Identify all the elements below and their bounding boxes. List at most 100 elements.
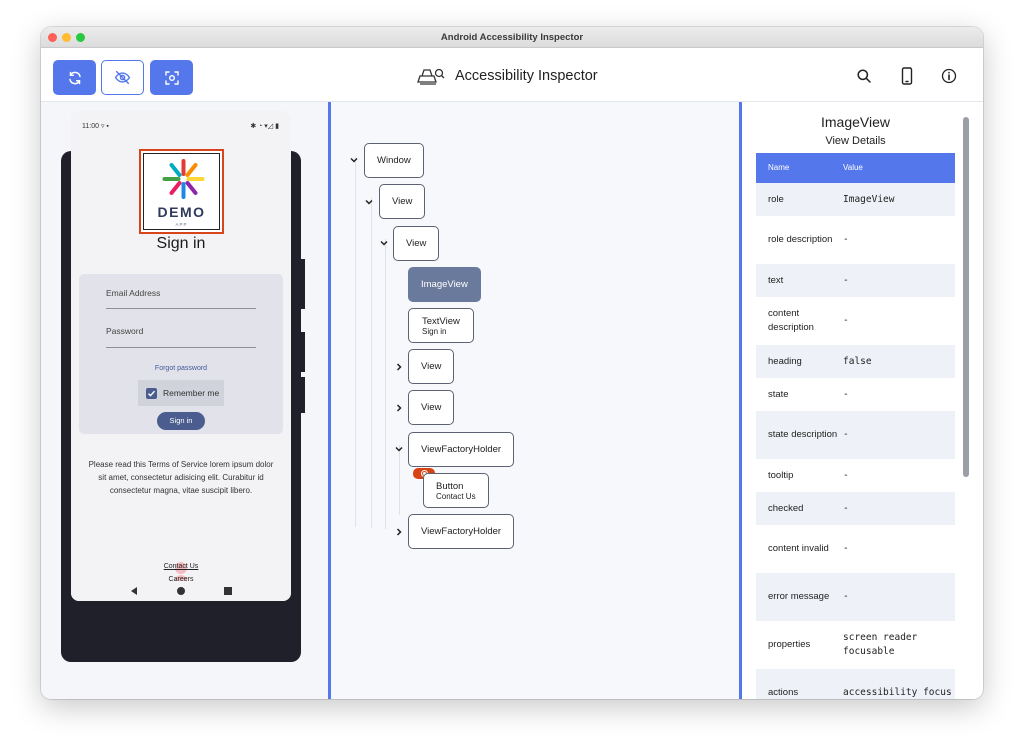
row-name: actions (768, 687, 799, 698)
row-name: tooltip (768, 469, 794, 481)
logo-inner: DEMO APP (143, 153, 220, 230)
table-row: heading false (756, 345, 955, 378)
row-value: ImageView (843, 193, 895, 205)
maximize-window-button[interactable] (76, 33, 85, 42)
device-icon (901, 67, 913, 85)
tree-node-label: Button (436, 480, 464, 492)
row-value: - (843, 315, 849, 326)
row-value: - (843, 469, 849, 481)
window-title: Android Accessibility Inspector (440, 32, 584, 43)
header-name: Name (768, 163, 790, 172)
details-table: Name Value role ImageView role descripti… (756, 153, 955, 699)
row-value: screen reader focusable (843, 632, 918, 657)
row-value: - (843, 591, 849, 602)
demo-app-logo[interactable]: DEMO APP (139, 149, 224, 234)
device-button[interactable] (897, 66, 917, 86)
tree-guide-line (385, 239, 386, 529)
search-button[interactable] (854, 66, 874, 86)
refresh-button[interactable] (53, 60, 96, 95)
chevron-down-icon[interactable] (379, 238, 389, 248)
chevron-right-icon[interactable] (394, 362, 404, 372)
table-row: error message - (756, 573, 955, 621)
home-nav-icon[interactable] (176, 586, 186, 596)
row-value: - (843, 234, 849, 245)
table-row: checked - (756, 492, 955, 525)
row-value: - (843, 543, 849, 554)
row-name: content invalid (768, 543, 829, 554)
tree-node-sublabel: Contact Us (436, 491, 476, 501)
tree-node-view[interactable]: View (408, 390, 455, 425)
row-value: - (843, 429, 849, 440)
tree-node-label: View (421, 402, 442, 413)
chevron-right-icon[interactable] (394, 403, 404, 413)
tree-node-label: TextView (422, 315, 460, 327)
hide-overlay-button[interactable] (101, 60, 144, 95)
row-name: checked (768, 502, 804, 514)
tree-node-viewfactoryholder[interactable]: ViewFactoryHolder (408, 514, 515, 549)
table-row: text - (756, 264, 955, 297)
phone-screen[interactable]: 11:00 ▿ ▪ ✱ ◔ ▾◿ ▮ DEMO APP Sign in Emai… (71, 111, 291, 601)
chevron-down-icon[interactable] (364, 197, 374, 207)
tree-guide-line (399, 445, 400, 515)
row-value: - (843, 274, 849, 286)
toolbar: Accessibility Inspector (41, 48, 983, 102)
close-window-button[interactable] (48, 33, 57, 42)
focus-select-button[interactable] (150, 60, 193, 95)
forgot-password-link[interactable]: Forgot password (79, 365, 283, 372)
tree-node-view[interactable]: View (408, 349, 455, 384)
row-value: accessibility focus (843, 687, 952, 698)
email-field[interactable]: Email Address (106, 288, 160, 298)
table-body: role ImageView role description - text -… (756, 183, 955, 699)
tree-node-label: View (406, 238, 427, 249)
chevron-right-icon[interactable] (394, 527, 404, 537)
password-underline (106, 347, 256, 348)
signin-button[interactable]: Sign in (157, 412, 205, 430)
tree-node-viewfactoryholder[interactable]: ViewFactoryHolder (408, 432, 515, 467)
table-row: role ImageView (756, 183, 955, 216)
table-row: content invalid - (756, 525, 955, 573)
row-name: content description (768, 308, 814, 333)
tree-node-button[interactable]: Button Contact Us (423, 473, 489, 508)
email-underline (106, 308, 256, 309)
details-title: ImageView (820, 114, 890, 130)
app-window: Android Accessibility Inspector Accessib… (41, 27, 983, 699)
details-scrollbar[interactable] (963, 117, 969, 477)
details-subtitle: View Details (825, 135, 886, 147)
recents-nav-icon[interactable] (223, 586, 233, 596)
inspector-logo-icon (417, 68, 445, 85)
row-name: state (768, 388, 789, 400)
status-bar: 11:00 ▿ ▪ ✱ ◔ ▾◿ ▮ (82, 121, 279, 131)
tree-node-label: View (392, 196, 413, 207)
chevron-down-icon[interactable] (349, 155, 359, 165)
row-name: properties (768, 639, 811, 650)
password-field[interactable]: Password (106, 326, 143, 336)
row-name: role description (768, 234, 833, 245)
row-value: false (843, 355, 872, 367)
tree-node-window[interactable]: Window (364, 143, 424, 178)
minimize-window-button[interactable] (62, 33, 71, 42)
back-nav-icon[interactable] (129, 586, 139, 596)
tree-guide-line (371, 198, 372, 528)
table-row: state description - (756, 411, 955, 459)
view-details-pane: ImageView View Details Name Value role I… (742, 102, 983, 699)
tree-node-textview[interactable]: TextView Sign in (408, 308, 474, 343)
app-title: Accessibility Inspector (455, 68, 598, 84)
table-row: properties screen reader focusable (756, 621, 955, 669)
contact-us-link[interactable]: Contact Us (71, 563, 291, 570)
info-button[interactable] (939, 66, 959, 86)
terms-text: Please read this Terms of Service lorem … (88, 460, 274, 495)
info-icon (941, 68, 957, 84)
remember-me-checkbox[interactable]: Remember me (138, 380, 224, 406)
table-row: role description - (756, 216, 955, 264)
eye-off-icon (114, 70, 131, 85)
tree-node-label: Window (377, 155, 411, 166)
tree-node-view[interactable]: View (379, 184, 426, 219)
tree-node-view[interactable]: View (393, 226, 440, 261)
table-header: Name Value (756, 153, 955, 183)
chevron-down-icon[interactable] (394, 444, 404, 454)
table-row: actions accessibility focus (756, 669, 955, 699)
row-name: state description (768, 429, 838, 440)
tree-node-imageview[interactable]: ImageView (408, 267, 481, 302)
tree-node-label: ViewFactoryHolder (421, 526, 502, 537)
table-row: content description - (756, 297, 955, 345)
